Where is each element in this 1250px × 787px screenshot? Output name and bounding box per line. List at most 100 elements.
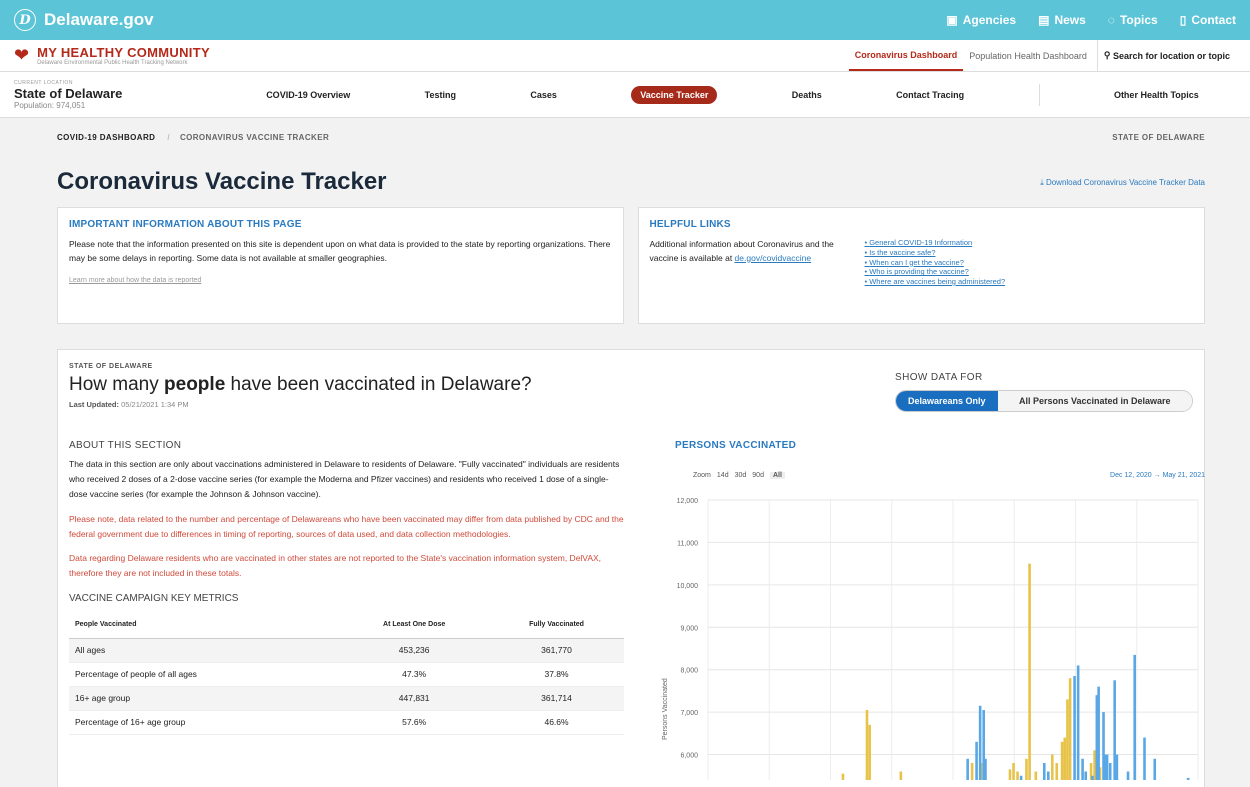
bar-yellow bbox=[1060, 741, 1064, 780]
learn-more-link[interactable]: Learn more about how the data is reporte… bbox=[69, 277, 612, 284]
toggle-delawareans-only[interactable]: Delawareans Only bbox=[896, 391, 998, 411]
link-where-administered[interactable]: Where are vaccines being administered? bbox=[865, 277, 1005, 287]
bar-blue bbox=[1042, 763, 1046, 780]
y-axis-label: Persons Vaccinated bbox=[662, 678, 669, 740]
bar-yellow bbox=[1012, 763, 1015, 780]
date-range[interactable]: Dec 12, 2020 → May 21, 2021 bbox=[1110, 472, 1205, 479]
bar-yellow bbox=[1051, 754, 1054, 780]
search-button[interactable]: ⚲ Search for location or topic bbox=[1096, 40, 1236, 71]
table-row: All ages 453,236 361,770 bbox=[69, 638, 624, 663]
covidvaccine-link[interactable]: de.gov/covidvaccine bbox=[735, 253, 812, 263]
app-logo[interactable]: ❤ MY HEALTHY COMMUNITY Delaware Environm… bbox=[14, 45, 210, 66]
y-tick-label: 6,000 bbox=[680, 753, 698, 760]
metrics-title: VACCINE CAMPAIGN KEY METRICS bbox=[69, 593, 239, 605]
bar-blue bbox=[984, 758, 987, 780]
state-header: D Delaware.gov ▣ Agencies ▤ News ◌ Topic… bbox=[0, 0, 1250, 40]
info-text: Please note that the information present… bbox=[69, 239, 611, 263]
bar-yellow bbox=[1016, 771, 1019, 780]
zoom-all[interactable]: All bbox=[769, 472, 785, 479]
links-title: HELPFUL LINKS bbox=[649, 219, 731, 230]
info-title: IMPORTANT INFORMATION ABOUT THIS PAGE bbox=[69, 219, 302, 230]
table-row: 16+ age group 447,831 361,714 bbox=[69, 686, 624, 711]
vaccination-section: STATE OF DELAWARE How many people have b… bbox=[57, 349, 1205, 787]
bar-yellow bbox=[899, 771, 903, 780]
page-title: Coronavirus Vaccine Tracker bbox=[57, 168, 387, 195]
breadcrumb: COVID-19 DASHBOARD / CORONAVIRUS VACCINE … bbox=[57, 132, 1205, 142]
nav-covid-overview[interactable]: COVID-19 Overview bbox=[266, 90, 350, 100]
delaware-logo-icon: D bbox=[14, 9, 36, 31]
data-toggle: Delawareans Only All Persons Vaccinated … bbox=[895, 390, 1193, 412]
top-nav: ▣ Agencies ▤ News ◌ Topics ▯ Contact bbox=[946, 13, 1236, 27]
search-icon: ⚲ bbox=[1103, 50, 1113, 60]
metrics-table: People Vaccinated At Least One Dose Full… bbox=[69, 612, 624, 735]
breadcrumb-current: CORONAVIRUS VACCINE TRACKER bbox=[179, 132, 330, 142]
topics-link[interactable]: ◌ Topics bbox=[1108, 13, 1158, 27]
y-tick-label: 10,000 bbox=[677, 583, 699, 590]
bar-blue bbox=[1105, 754, 1109, 780]
news-link[interactable]: ▤ News bbox=[1038, 13, 1086, 27]
nav-other-topics[interactable]: Other Health Topics bbox=[1114, 90, 1199, 100]
bar-blue bbox=[1143, 737, 1146, 780]
breadcrumb-root[interactable]: COVID-19 DASHBOARD bbox=[57, 133, 155, 142]
y-tick-label: 12,000 bbox=[677, 498, 699, 505]
link-vaccine-safe[interactable]: Is the vaccine safe? bbox=[865, 248, 1006, 258]
links-list: General COVID-19 Information Is the vacc… bbox=[865, 238, 1006, 287]
chart-svg: 12,000 11,000 10,000 9,000 8,000 7,000 6,000 Pe… bbox=[662, 498, 1199, 780]
download-link[interactable]: ⤓ Download Coronavirus Vaccine Tracker D… bbox=[1040, 178, 1205, 188]
bar-yellow bbox=[1063, 737, 1067, 780]
bar-yellow bbox=[1068, 678, 1072, 780]
chart-title: PERSONS VACCINATED bbox=[675, 440, 797, 451]
breadcrumb-state: STATE OF DELAWARE bbox=[1112, 132, 1205, 142]
zoom-14d[interactable]: 14d bbox=[717, 472, 729, 479]
delaware-brand[interactable]: D Delaware.gov bbox=[14, 9, 154, 31]
toggle-all-persons[interactable]: All Persons Vaccinated in Delaware bbox=[997, 391, 1192, 411]
nav-contact-tracing[interactable]: Contact Tracing bbox=[896, 90, 964, 100]
bar-blue bbox=[1076, 665, 1080, 780]
link-general-info[interactable]: General COVID-19 Information bbox=[865, 238, 1006, 248]
links-text: Additional information about Coronavirus… bbox=[649, 239, 834, 263]
tab-coronavirus-dashboard[interactable]: Coronavirus Dashboard bbox=[848, 40, 964, 71]
col-fully: Fully Vaccinated bbox=[489, 612, 624, 639]
main-nav: COVID-19 Overview Testing Cases Vaccine … bbox=[229, 83, 1236, 106]
zoom-90d[interactable]: 90d bbox=[752, 472, 764, 479]
bar-blue bbox=[1097, 686, 1100, 780]
nav-divider bbox=[1038, 83, 1040, 106]
helpful-links-card: HELPFUL LINKS Additional information abo… bbox=[637, 207, 1205, 324]
table-row: Percentage of 16+ age group 57.6% 46.6% bbox=[69, 710, 624, 735]
zoom-30d[interactable]: 30d bbox=[735, 472, 747, 479]
bar-yellow bbox=[1093, 750, 1096, 780]
bar-blue bbox=[1091, 775, 1094, 780]
y-tick-label: 7,000 bbox=[680, 710, 698, 717]
location-selector[interactable]: CURRENT LOCATION State of Delaware Popul… bbox=[14, 80, 229, 110]
link-when-get[interactable]: When can I get the vaccine? bbox=[865, 258, 1006, 268]
about-p2: Please note, data related to the number … bbox=[69, 513, 624, 539]
bar-yellow bbox=[1066, 699, 1069, 780]
bar-blue bbox=[978, 705, 982, 780]
heart-icon: ❤ bbox=[14, 45, 30, 65]
app-subtitle: Delaware Environmental Public Health Tra… bbox=[37, 60, 188, 66]
y-tick-label: 9,000 bbox=[680, 625, 698, 632]
y-tick-label: 8,000 bbox=[680, 668, 698, 675]
zoom-controls: Zoom 14d 30d 90d All bbox=[693, 472, 785, 479]
contact-link[interactable]: ▯ Contact bbox=[1180, 13, 1236, 27]
bar-blue bbox=[1113, 680, 1116, 780]
bar-blue bbox=[1108, 763, 1112, 780]
agencies-link[interactable]: ▣ Agencies bbox=[946, 13, 1016, 27]
location-population: Population: 974,051 bbox=[14, 100, 86, 110]
about-p3: Data regarding Delaware residents who ar… bbox=[69, 553, 602, 579]
bar-yellow bbox=[868, 724, 871, 780]
nav-vaccine-tracker[interactable]: Vaccine Tracker bbox=[631, 85, 718, 104]
nav-cases[interactable]: Cases bbox=[530, 90, 557, 100]
nav-deaths[interactable]: Deaths bbox=[792, 90, 822, 100]
bar-yellow bbox=[1034, 771, 1038, 780]
app-tabs: Coronavirus Dashboard Population Health … bbox=[848, 40, 1236, 71]
link-who-providing[interactable]: Who is providing the vaccine? bbox=[865, 267, 1006, 277]
app-bar: ❤ MY HEALTHY COMMUNITY Delaware Environm… bbox=[0, 40, 1250, 72]
bar-yellow bbox=[1025, 758, 1028, 780]
bar-blue bbox=[1133, 654, 1137, 780]
nav-testing[interactable]: Testing bbox=[425, 90, 456, 100]
persons-vaccinated-chart: PERSONS VACCINATED Zoom 14d 30d 90d All … bbox=[653, 440, 1213, 787]
table-row: Percentage of people of all ages 47.3% 37.… bbox=[69, 662, 624, 687]
tab-population-health[interactable]: Population Health Dashboard bbox=[963, 40, 1093, 71]
about-p1: The data in this section are only about … bbox=[69, 459, 620, 499]
